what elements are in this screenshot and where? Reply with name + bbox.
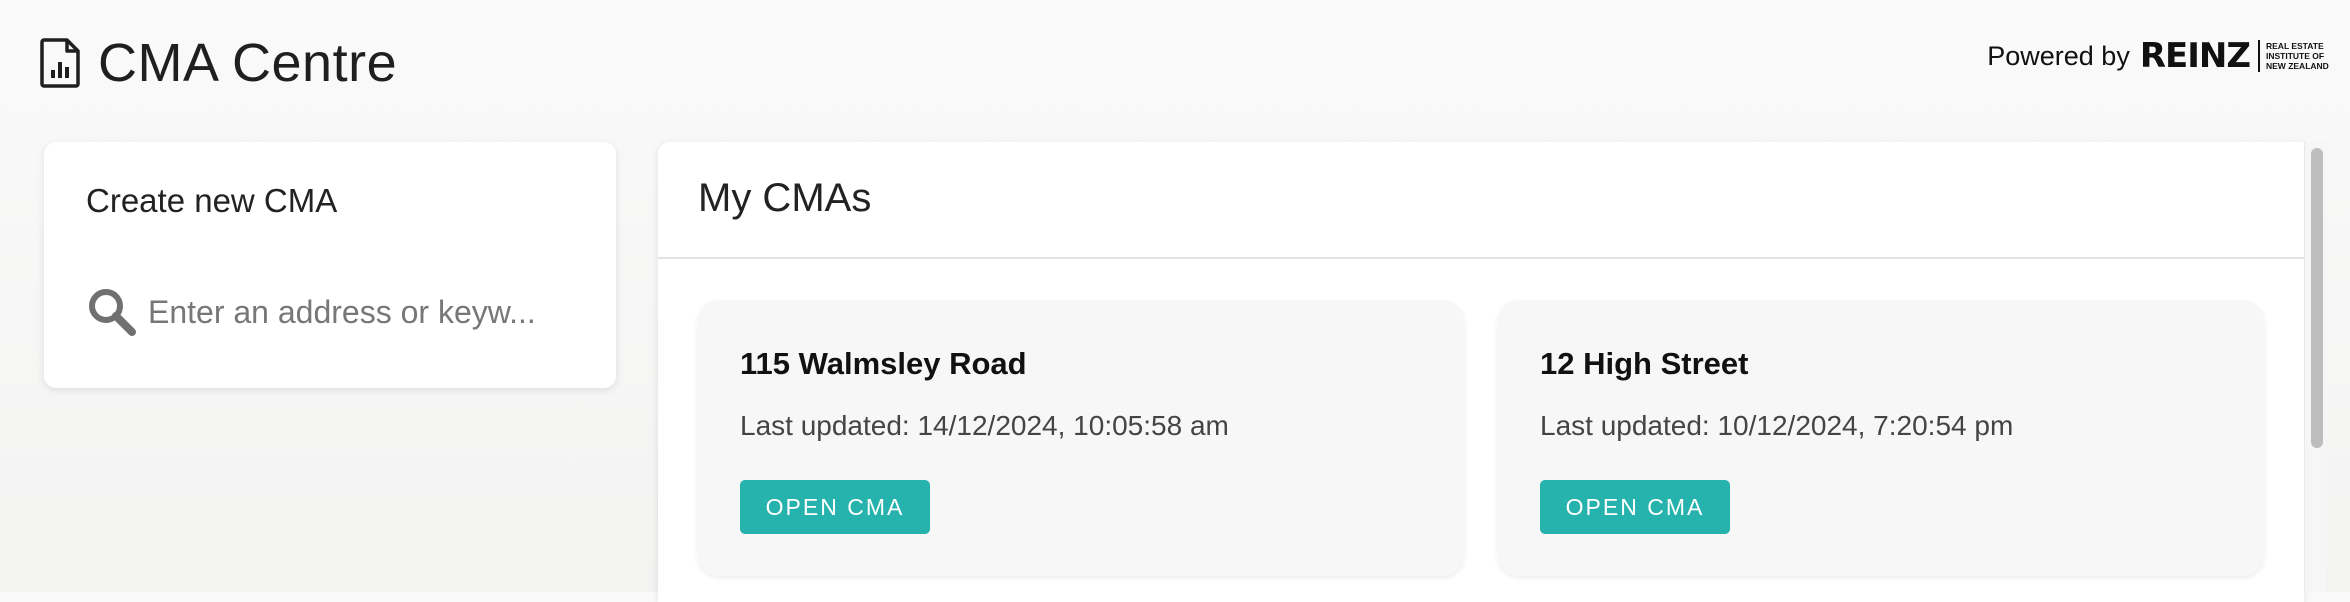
cma-address: 12 High Street [1540, 346, 1749, 381]
page-title: CMA Centre [98, 33, 398, 93]
cma-last-updated: Last updated: 14/12/2024, 10:05:58 am [740, 410, 1229, 441]
reinz-logo: REINZ [2139, 36, 2251, 76]
search-bar[interactable] [86, 282, 586, 342]
cma-address: 115 Walmsley Road [740, 346, 1027, 381]
cma-last-updated: Last updated: 10/12/2024, 7:20:54 pm [1540, 410, 2014, 441]
open-cma-button[interactable]: OPEN CMA [740, 480, 930, 534]
my-cmas-title: My CMAs [698, 176, 872, 220]
powered-by-label: Powered by [1987, 40, 2130, 71]
create-cma-title: Create new CMA [86, 182, 338, 219]
brand: CMA Centre [40, 32, 397, 94]
divider [658, 257, 2304, 259]
create-cma-card: Create new CMA [44, 142, 616, 388]
cma-card: 115 Walmsley Road Last updated: 14/12/20… [698, 300, 1464, 576]
document-chart-icon [40, 38, 80, 88]
search-icon [86, 286, 138, 338]
search-input[interactable] [146, 292, 550, 332]
powered-by: Powered by REINZ REAL ESTATE INSTITUTE O… [1987, 36, 2330, 76]
open-cma-button[interactable]: OPEN CMA [1540, 480, 1730, 534]
app-header: CMA Centre Powered by REINZ REAL ESTATE … [0, 0, 2350, 120]
vertical-scrollbar[interactable] [2304, 142, 2327, 592]
my-cmas-panel: My CMAs 115 Walmsley Road Last updated: … [658, 142, 2304, 602]
scrollbar-thumb[interactable] [2311, 148, 2323, 448]
reinz-logo-subtitle: REAL ESTATE INSTITUTE OF NEW ZEALAND [2266, 41, 2329, 71]
cma-card: 12 High Street Last updated: 10/12/2024,… [1498, 300, 2264, 576]
logo-divider [2258, 40, 2260, 72]
